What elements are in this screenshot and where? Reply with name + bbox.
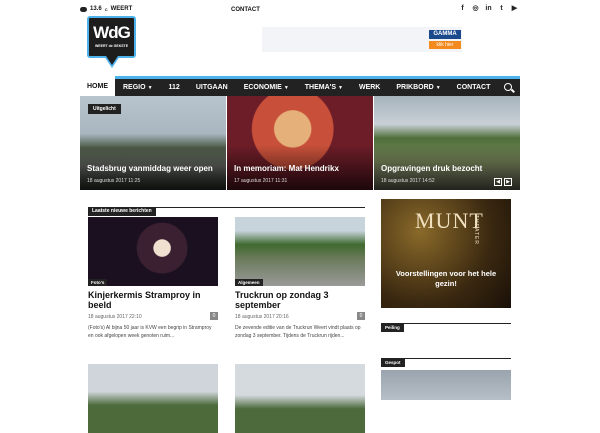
poll-title: Peiling [381, 324, 404, 332]
article-card[interactable] [235, 364, 365, 433]
featured-slider: Uitgelicht Stadsbrug vanmiddag weer open… [80, 96, 520, 190]
nav-economie[interactable]: ECONOMIE ▼ [236, 79, 297, 96]
site-logo[interactable]: WdG WEERT de GEKSTE [87, 16, 136, 71]
slide-title[interactable]: Opgravingen druk bezocht [381, 164, 482, 173]
comment-count[interactable]: 0 [357, 312, 365, 320]
linkedin-icon[interactable]: in [485, 5, 492, 12]
slide-date: 18 augustus 2017 14:52 [381, 178, 435, 184]
article-card[interactable] [88, 364, 218, 433]
article-meta: 18 augustus 2017 20:16 0 [235, 312, 365, 320]
article-title[interactable]: Truckrun op zondag 3 september [235, 290, 365, 310]
article-title[interactable]: Kinjerkermis Stramproy in beeld [88, 290, 218, 310]
poll-header: Peiling [381, 316, 511, 332]
slide-date: 18 augustus 2017 11:25 [87, 178, 141, 184]
instagram-icon[interactable]: ◎ [472, 5, 479, 12]
chevron-right-icon[interactable]: ▶ [504, 178, 512, 186]
nav-112[interactable]: 112 [161, 79, 188, 96]
article-meta: 18 augustus 2017 22:10 0 [88, 312, 218, 320]
sidebar-ad-munt[interactable]: MUNT THEATER Voorstellingen voor het hel… [381, 199, 511, 308]
nav-werk[interactable]: WERK [351, 79, 388, 96]
featured-tag: Uitgelicht [88, 104, 121, 114]
chevron-down-icon: ▼ [147, 85, 153, 91]
comment-count[interactable]: 0 [210, 312, 218, 320]
article-image[interactable] [88, 364, 218, 433]
category-tag[interactable]: Algemeen [235, 279, 263, 286]
slide-date: 17 augustus 2017 11:31 [234, 178, 288, 184]
header-banner-ad[interactable]: GAMMA klik hier [262, 27, 462, 52]
temperature-unit: C [104, 6, 108, 12]
article-card[interactable]: Foto's Kinjerkermis Stramproy in beeld 1… [88, 217, 218, 340]
nav-uitgaan[interactable]: UITGAAN [188, 79, 236, 96]
nav-home[interactable]: HOME [80, 76, 115, 96]
article-date: 18 augustus 2017 20:16 [235, 314, 289, 320]
featured-slide[interactable]: In memoriam: Mat Hendrikx 17 augustus 20… [227, 96, 373, 190]
slide-title[interactable]: Stadsbrug vanmiddag weer open [87, 164, 213, 173]
featured-slide[interactable]: Uitgelicht Stadsbrug vanmiddag weer open… [80, 96, 226, 190]
chevron-down-icon: ▼ [283, 85, 289, 91]
logo-subtext: WEERT de GEKSTE [94, 44, 129, 48]
article-image[interactable]: Foto's [88, 217, 218, 286]
category-tag[interactable]: Foto's [88, 279, 108, 286]
weather-city: WEERT [110, 6, 133, 12]
weather-widget: 13.6 C WEERT [80, 6, 132, 12]
nav-contact[interactable]: CONTACT [449, 79, 499, 96]
section-title: Laatste nieuwe berichten [88, 207, 156, 216]
top-contact-link[interactable]: CONTACT [231, 7, 260, 13]
temperature: 13.6 [90, 6, 102, 12]
banner-cta[interactable]: klik hier [429, 41, 461, 49]
main-nav: HOME REGIO ▼ 112 UITGAAN ECONOMIE ▼ THEMA'… [80, 76, 520, 96]
spotted-title: Gespot [381, 359, 405, 367]
cloud-icon [80, 6, 87, 12]
social-links: f ◎ in t ▶ [459, 5, 518, 12]
search-icon[interactable] [504, 83, 512, 91]
ad-subtitle: THEATER [473, 215, 479, 245]
section-header: Laatste nieuwe berichten [88, 199, 365, 216]
article-date: 18 augustus 2017 22:10 [88, 314, 142, 320]
nav-regio[interactable]: REGIO ▼ [115, 79, 161, 96]
ad-slogan: Voorstellingen voor het hele gezin! [395, 269, 497, 288]
article-card[interactable]: Algemeen Truckrun op zondag 3 september … [235, 217, 365, 340]
article-image[interactable]: Algemeen [235, 217, 365, 286]
chevron-down-icon: ▼ [435, 85, 441, 91]
youtube-icon[interactable]: ▶ [511, 5, 518, 12]
nav-themas[interactable]: THEMA'S ▼ [297, 79, 351, 96]
featured-slide[interactable]: Opgravingen druk bezocht 18 augustus 201… [374, 96, 520, 190]
spotted-header: Gespot [381, 351, 511, 367]
article-excerpt: De zevende editie van de Truckrun Weert … [235, 325, 361, 339]
facebook-icon[interactable]: f [459, 5, 466, 12]
article-image[interactable] [235, 364, 365, 433]
chevron-left-icon[interactable]: ◀ [494, 178, 502, 186]
chevron-down-icon: ▼ [338, 85, 343, 91]
spotted-image[interactable] [381, 370, 511, 400]
gamma-logo: GAMMA [429, 30, 461, 39]
slide-title[interactable]: In memoriam: Mat Hendrikx [234, 164, 339, 173]
nav-prikbord[interactable]: PRIKBORD ▼ [388, 79, 448, 96]
twitter-icon[interactable]: t [498, 5, 505, 12]
logo-text: WdG [93, 23, 131, 42]
article-excerpt: (Foto's) Al bijna 50 jaar is KVW een beg… [88, 325, 212, 339]
